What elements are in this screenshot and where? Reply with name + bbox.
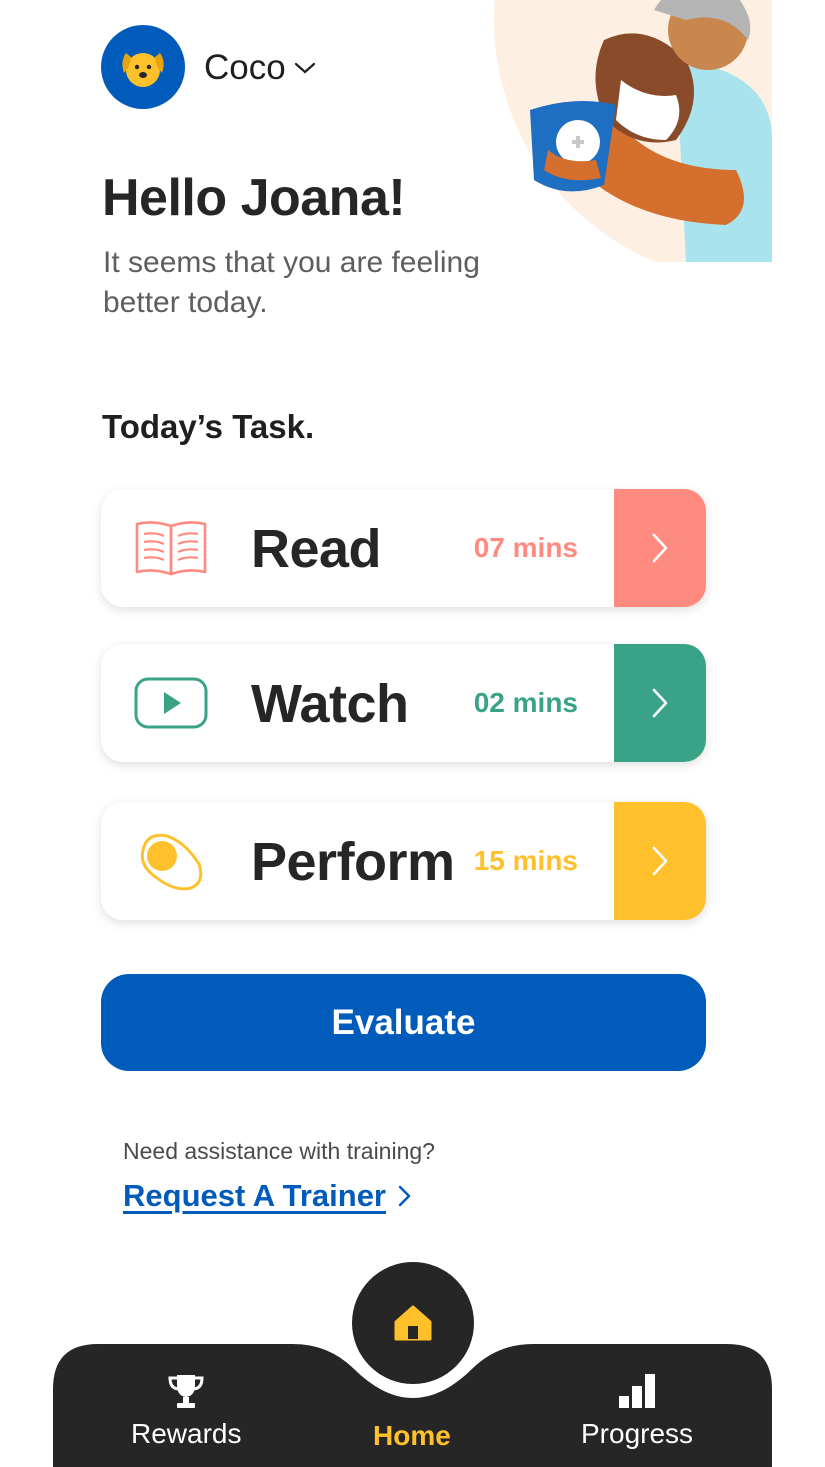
task-card-watch[interactable]: Watch 02 mins — [101, 644, 706, 762]
chevron-right-icon — [398, 1185, 411, 1207]
nav-progress-label: Progress — [581, 1418, 694, 1449]
task-go-button[interactable] — [614, 489, 706, 607]
book-icon — [131, 513, 211, 583]
task-duration: 15 mins — [473, 845, 578, 876]
task-card-perform[interactable]: Perform 15 mins — [101, 802, 706, 920]
chevron-down-icon — [294, 62, 315, 74]
nav-rewards[interactable]: Rewards — [131, 1372, 241, 1450]
home-button[interactable] — [352, 1262, 474, 1384]
assistance-question: Need assistance with training? — [123, 1138, 435, 1164]
pet-name: Coco — [204, 48, 286, 87]
chevron-right-icon — [652, 688, 668, 718]
dog-face-icon — [122, 53, 164, 87]
tasks-section-title: Today’s Task. — [102, 408, 315, 445]
task-go-button[interactable] — [614, 644, 706, 762]
bar-chart-icon — [619, 1374, 656, 1408]
request-trainer-link[interactable]: Request A Trainer — [123, 1178, 412, 1214]
task-name: Read — [251, 519, 382, 579]
play-video-icon — [131, 668, 211, 738]
pet-switcher[interactable]: Coco — [204, 46, 316, 90]
hero-illustration — [486, 0, 772, 262]
task-duration: 02 mins — [473, 687, 578, 718]
request-trainer-label: Request A Trainer — [123, 1178, 387, 1213]
nav-progress[interactable]: Progress — [581, 1372, 693, 1450]
task-go-button[interactable] — [614, 802, 706, 920]
evaluate-button[interactable]: Evaluate — [101, 974, 706, 1071]
nav-rewards-label: Rewards — [131, 1418, 242, 1449]
greeting-title: Hello Joana! — [102, 169, 406, 227]
ball-icon — [131, 826, 211, 896]
task-duration: 07 mins — [473, 532, 578, 563]
trophy-icon — [168, 1375, 204, 1408]
nav-home[interactable]: Home — [373, 1420, 451, 1452]
task-name: Watch — [251, 674, 409, 734]
chevron-right-icon — [652, 533, 668, 563]
chevron-right-icon — [652, 846, 668, 876]
pet-avatar[interactable] — [101, 25, 185, 109]
task-name: Perform — [251, 832, 455, 892]
task-card-read[interactable]: Read 07 mins — [101, 489, 706, 607]
greeting-subtitle: It seems that you are feeling better tod… — [103, 246, 480, 319]
nav-home-label: Home — [373, 1420, 451, 1451]
home-icon — [394, 1305, 432, 1341]
bottom-nav: Rewards Home Progress — [53, 1262, 772, 1467]
